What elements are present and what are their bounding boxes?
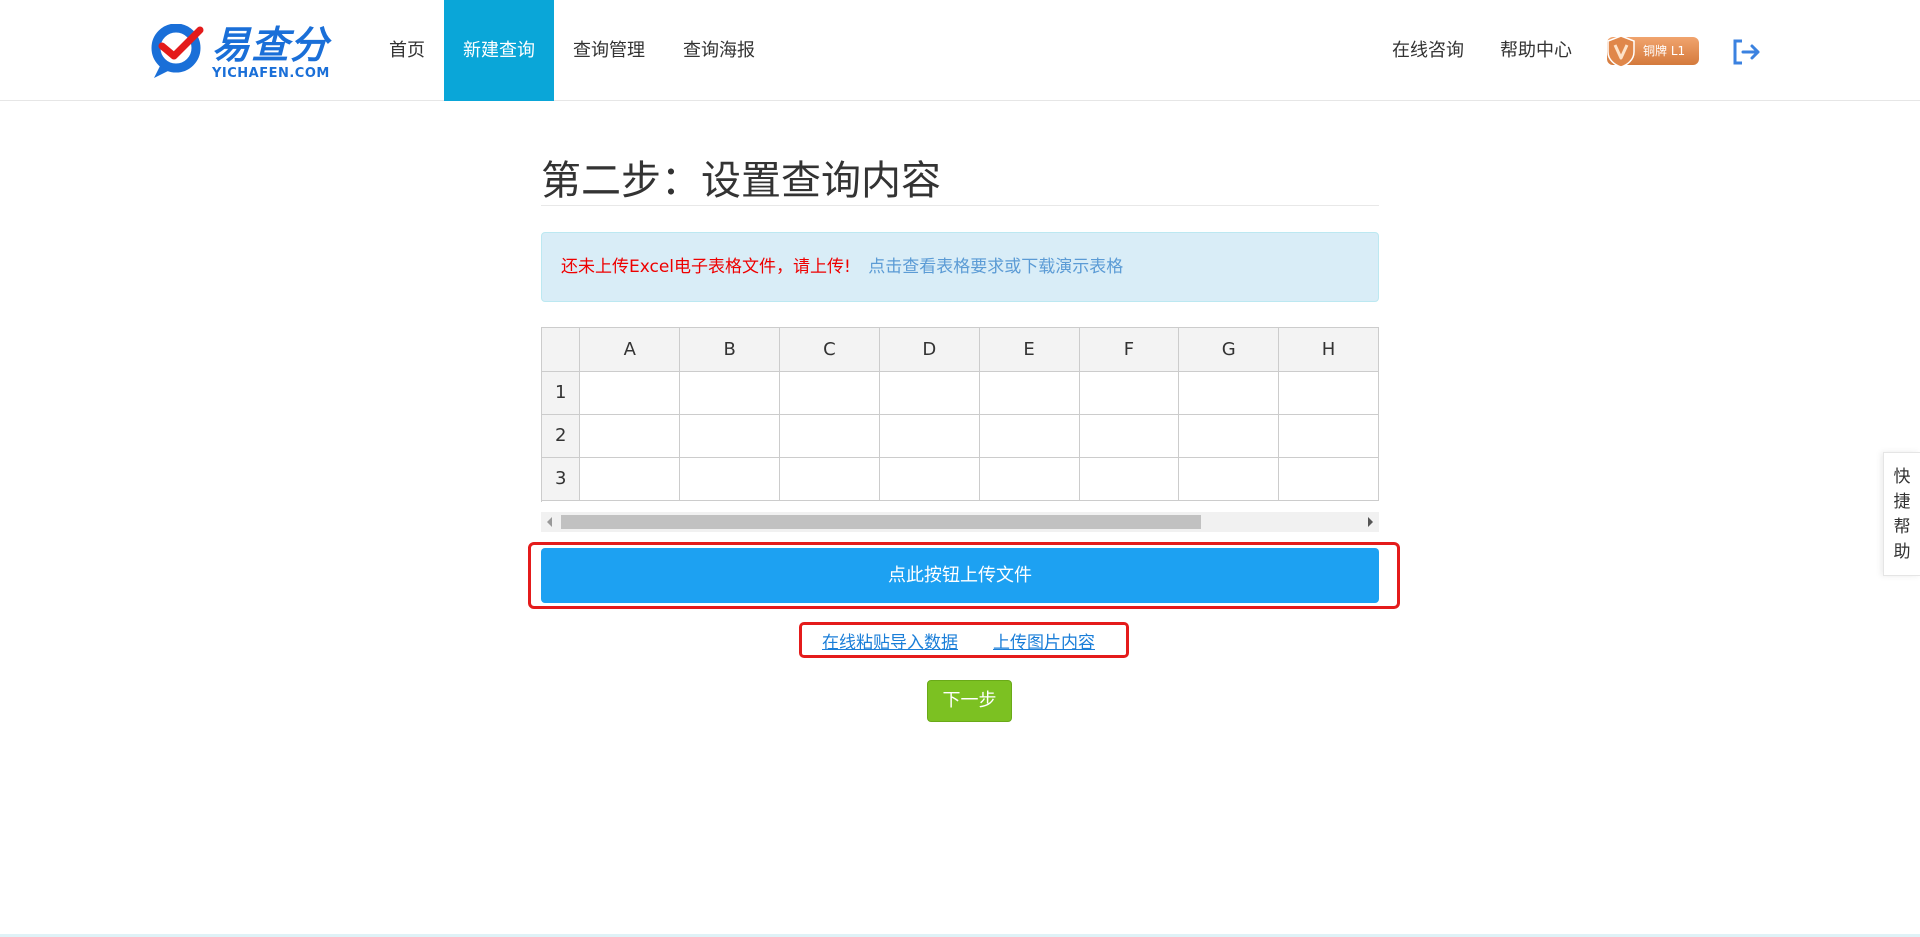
upload-file-button[interactable]: 点此按钮上传文件 xyxy=(541,548,1379,603)
member-level-badge[interactable]: 铜牌 L1 xyxy=(1607,35,1699,68)
sheet-cell[interactable] xyxy=(1278,457,1379,501)
sheet-cell[interactable] xyxy=(1178,371,1280,415)
sheet-requirements-link[interactable]: 点击查看表格要求或下载演示表格 xyxy=(868,257,1123,277)
brand-logo[interactable]: 易查分 YICHAFEN.COM xyxy=(150,22,330,82)
sheet-cell[interactable] xyxy=(1278,414,1379,458)
nav-item-home[interactable]: 首页 xyxy=(370,0,444,101)
sheet-cell[interactable] xyxy=(579,414,681,458)
upload-alert: 还未上传Excel电子表格文件，请上传! 点击查看表格要求或下载演示表格 xyxy=(541,232,1379,302)
quick-help-char: 助 xyxy=(1893,542,1911,562)
quick-help-char: 快 xyxy=(1893,467,1911,487)
sheet-cell[interactable] xyxy=(679,414,781,458)
brand-name: 易查分 xyxy=(212,23,330,67)
row-header[interactable]: 3 xyxy=(542,457,581,501)
sheet-cell[interactable] xyxy=(679,371,781,415)
logout-icon[interactable] xyxy=(1732,38,1762,66)
sheet-horizontal-scrollbar[interactable] xyxy=(541,512,1379,532)
badge-label: 铜牌 L1 xyxy=(1643,44,1686,58)
title-divider xyxy=(541,205,1379,206)
quick-help-char: 捷 xyxy=(1893,492,1911,512)
sheet-cell[interactable] xyxy=(779,457,880,501)
sheet-cell[interactable] xyxy=(879,414,980,458)
sheet-cell[interactable] xyxy=(879,371,980,415)
main-nav: 首页 新建查询 查询管理 查询海报 xyxy=(370,0,774,101)
quick-help-tab[interactable]: 快 捷 帮 助 xyxy=(1883,452,1920,576)
next-step-button[interactable]: 下一步 xyxy=(927,680,1012,722)
brand-domain: YICHAFEN.COM xyxy=(212,66,330,81)
paste-import-link[interactable]: 在线粘贴导入数据 xyxy=(822,628,958,653)
column-header[interactable]: C xyxy=(779,328,880,372)
online-consult-link[interactable]: 在线咨询 xyxy=(1392,0,1464,101)
column-header[interactable]: E xyxy=(979,328,1080,372)
sheet-cell[interactable] xyxy=(1079,371,1180,415)
sheet-cell[interactable] xyxy=(1079,457,1180,501)
table-row: 1 xyxy=(542,371,1379,415)
quick-help-char: 帮 xyxy=(1893,517,1911,537)
logo-mark-icon xyxy=(151,24,204,78)
sheet-cell[interactable] xyxy=(979,371,1080,415)
column-header[interactable]: H xyxy=(1278,328,1379,372)
scroll-right-arrow-icon[interactable] xyxy=(1368,517,1373,527)
top-header: 易查分 YICHAFEN.COM 首页 新建查询 查询管理 查询海报 在线咨询 … xyxy=(0,0,1920,101)
spreadsheet-preview: A B C D E F G H 1 2 3 xyxy=(541,327,1379,502)
row-header[interactable]: 2 xyxy=(542,414,581,458)
sheet-cell[interactable] xyxy=(1178,414,1280,458)
column-header[interactable]: F xyxy=(1079,328,1180,372)
nav-item-query-poster[interactable]: 查询海报 xyxy=(664,0,774,101)
upload-image-link[interactable]: 上传图片内容 xyxy=(993,628,1095,653)
alert-warning-text: 还未上传Excel电子表格文件，请上传! xyxy=(561,257,851,277)
table-row: 2 xyxy=(542,414,1379,458)
sheet-header-row: A B C D E F G H xyxy=(542,328,1379,372)
column-header[interactable]: G xyxy=(1178,328,1280,372)
column-header[interactable]: B xyxy=(679,328,781,372)
sheet-cell[interactable] xyxy=(579,457,681,501)
row-header[interactable]: 1 xyxy=(542,371,581,415)
column-header[interactable]: A xyxy=(579,328,681,372)
sheet-cell[interactable] xyxy=(1079,414,1180,458)
bronze-shield-icon xyxy=(1607,35,1635,68)
nav-item-query-management[interactable]: 查询管理 xyxy=(554,0,664,101)
page-title: 第二步：设置查询内容 xyxy=(541,158,941,204)
table-row: 3 xyxy=(542,457,1379,501)
nav-item-new-query[interactable]: 新建查询 xyxy=(444,0,554,101)
sheet-cell[interactable] xyxy=(1278,371,1379,415)
scroll-left-arrow-icon[interactable] xyxy=(547,517,552,527)
sheet-cell[interactable] xyxy=(679,457,781,501)
sheet-cell[interactable] xyxy=(879,457,980,501)
sheet-cell[interactable] xyxy=(979,457,1080,501)
sheet-cell[interactable] xyxy=(1178,457,1280,501)
help-center-link[interactable]: 帮助中心 xyxy=(1500,0,1572,101)
sheet-cell[interactable] xyxy=(979,414,1080,458)
column-header[interactable]: D xyxy=(879,328,980,372)
sheet-cell[interactable] xyxy=(779,414,880,458)
sheet-cell[interactable] xyxy=(779,371,880,415)
scrollbar-thumb[interactable] xyxy=(561,515,1201,529)
sheet-corner-cell[interactable] xyxy=(542,328,581,372)
sheet-cell[interactable] xyxy=(579,371,681,415)
